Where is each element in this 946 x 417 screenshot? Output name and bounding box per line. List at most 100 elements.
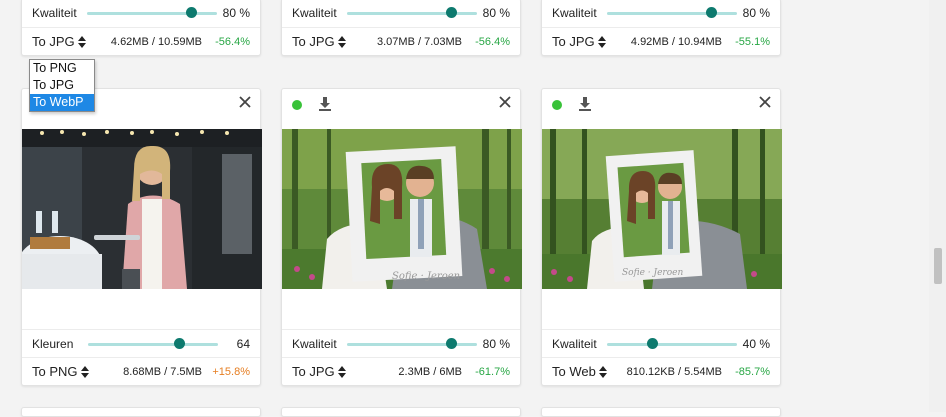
- svg-text:Sofie · Jeroen: Sofie · Jeroen: [622, 268, 683, 278]
- image-card-3: Sofie · Jeroen Kwaliteit 40 % To WebP 81…: [541, 88, 782, 386]
- dropdown-option-webp[interactable]: To WebP: [30, 94, 94, 111]
- quality-row: Kwaliteit 80 %: [542, 0, 780, 27]
- format-row: To WebP 810.12KB / 5.54MB -85.7%: [542, 357, 780, 385]
- image-card-1: Kleuren 64 To PNG 8.68MB / 7.5MB +15.8%: [21, 88, 262, 386]
- file-sizes: 810.12KB / 5.54MB: [626, 365, 722, 378]
- image-card-top-1: Kwaliteit 80 % To JPG 4.62MB / 10.59MB -…: [21, 0, 261, 56]
- file-sizes: 3.07MB / 7.03MB: [377, 35, 462, 48]
- format-select[interactable]: To PNG: [32, 364, 98, 379]
- size-change-percent: +15.8%: [212, 365, 250, 378]
- vertical-scrollbar[interactable]: [929, 0, 946, 412]
- format-select[interactable]: To JPG: [292, 364, 358, 379]
- quality-row: Kwaliteit 80 %: [282, 329, 520, 357]
- image-card-top-2: Kwaliteit 80 % To JPG 3.07MB / 7.03MB -5…: [281, 0, 521, 56]
- dropdown-option-png[interactable]: To PNG: [30, 60, 94, 77]
- quality-value: 80 %: [742, 6, 770, 20]
- format-select-label: To JPG: [552, 34, 595, 49]
- file-sizes: 8.68MB / 7.5MB: [123, 365, 202, 378]
- colors-label: Kleuren: [32, 336, 74, 351]
- status-dot-icon: [292, 100, 302, 110]
- format-row: To JPG 2.3MB / 6MB -61.7%: [282, 357, 520, 385]
- size-change-percent: -85.7%: [735, 365, 770, 378]
- format-row: To JPG 3.07MB / 7.03MB -56.4%: [282, 27, 520, 55]
- scrollbar-thumb[interactable]: [934, 248, 942, 284]
- format-select-label: To JPG: [292, 364, 335, 379]
- select-arrows-icon: [77, 35, 86, 48]
- quality-row: Kwaliteit 80 %: [22, 0, 260, 27]
- card-toolbar: [282, 89, 520, 129]
- format-row: To JPG 4.62MB / 10.59MB -56.4%: [22, 27, 260, 55]
- couple-frame-photo: Sofie · Jeroen: [542, 129, 782, 289]
- slider-track: [346, 342, 477, 346]
- quality-value: 40 %: [742, 336, 770, 351]
- image-card-next-1: [21, 407, 261, 417]
- slider-thumb[interactable]: [185, 7, 197, 18]
- dropdown-option-jpg[interactable]: To JPG: [30, 77, 94, 94]
- card-toolbar: [542, 89, 780, 129]
- size-change-percent: -61.7%: [475, 365, 510, 378]
- format-select-label: To PNG: [32, 364, 78, 379]
- colors-row: Kleuren 64: [22, 329, 260, 357]
- colors-value: 64: [236, 336, 250, 351]
- quality-slider[interactable]: [606, 337, 737, 351]
- quality-label: Kwaliteit: [32, 6, 77, 20]
- format-row: To JPG 4.92MB / 10.94MB -55.1%: [542, 27, 780, 55]
- image-card-next-2: [281, 407, 521, 417]
- quality-value: 80 %: [222, 6, 250, 20]
- quality-row: Kwaliteit 80 %: [282, 0, 520, 27]
- quality-value: 80 %: [482, 6, 510, 20]
- format-select[interactable]: To JPG: [32, 34, 98, 49]
- image-card-2: Sofie · Jeroen Kwaliteit 80 % To JPG 2.3…: [281, 88, 522, 386]
- quality-slider[interactable]: [346, 337, 477, 351]
- size-change-percent: -55.1%: [735, 35, 770, 48]
- select-arrows-icon: [597, 35, 606, 48]
- select-arrows-icon: [337, 365, 346, 378]
- file-sizes: 4.62MB / 10.59MB: [110, 35, 202, 48]
- format-select[interactable]: To WebP: [552, 364, 618, 379]
- quality-row: Kwaliteit 40 %: [542, 329, 780, 357]
- status-dot-icon: [552, 100, 562, 110]
- quality-label: Kwaliteit: [552, 336, 597, 351]
- size-change-percent: -56.4%: [215, 35, 250, 48]
- colors-slider[interactable]: [88, 337, 218, 351]
- select-arrows-icon: [337, 35, 346, 48]
- size-change-percent: -56.4%: [475, 35, 510, 48]
- select-arrows-icon: [599, 365, 607, 378]
- quality-slider[interactable]: [86, 6, 217, 20]
- slider-thumb[interactable]: [174, 337, 185, 349]
- image-card-next-3: [541, 407, 781, 417]
- quality-slider[interactable]: [606, 6, 737, 20]
- slider-track: [346, 12, 477, 15]
- format-dropdown-list: To PNG To JPG To WebP: [29, 59, 95, 112]
- slider-track: [606, 12, 737, 15]
- close-icon[interactable]: [238, 95, 252, 112]
- close-icon[interactable]: [498, 95, 512, 112]
- slider-thumb[interactable]: [705, 7, 717, 18]
- download-icon[interactable]: [578, 96, 592, 115]
- format-select[interactable]: To JPG: [292, 34, 358, 49]
- quality-label: Kwaliteit: [552, 6, 597, 20]
- quality-value: 80 %: [482, 336, 510, 351]
- slider-thumb[interactable]: [445, 337, 457, 349]
- image-card-top-3: Kwaliteit 80 % To JPG 4.92MB / 10.94MB -…: [541, 0, 781, 56]
- download-icon[interactable]: [318, 96, 332, 115]
- format-select-label: To JPG: [292, 34, 335, 49]
- quality-label: Kwaliteit: [292, 6, 337, 20]
- format-row: To PNG 8.68MB / 7.5MB +15.8%: [22, 357, 260, 385]
- quality-slider[interactable]: [346, 6, 477, 20]
- couple-frame-photo: Sofie · Jeroen: [282, 129, 522, 289]
- slider-thumb[interactable]: [445, 7, 457, 18]
- slider-thumb[interactable]: [647, 337, 659, 349]
- select-arrows-icon: [80, 365, 89, 378]
- format-select-label: To WebP: [552, 364, 596, 379]
- close-icon[interactable]: [758, 95, 772, 112]
- file-sizes: 2.3MB / 6MB: [398, 365, 462, 378]
- slider-track: [88, 342, 218, 346]
- slider-track: [606, 342, 737, 346]
- format-select-label: To JPG: [32, 34, 75, 49]
- slider-track: [86, 12, 217, 15]
- quality-label: Kwaliteit: [292, 336, 337, 351]
- woman-speaking-photo: [22, 129, 262, 289]
- format-select[interactable]: To JPG: [552, 34, 618, 49]
- svg-text:Sofie · Jeroen: Sofie · Jeroen: [392, 271, 460, 282]
